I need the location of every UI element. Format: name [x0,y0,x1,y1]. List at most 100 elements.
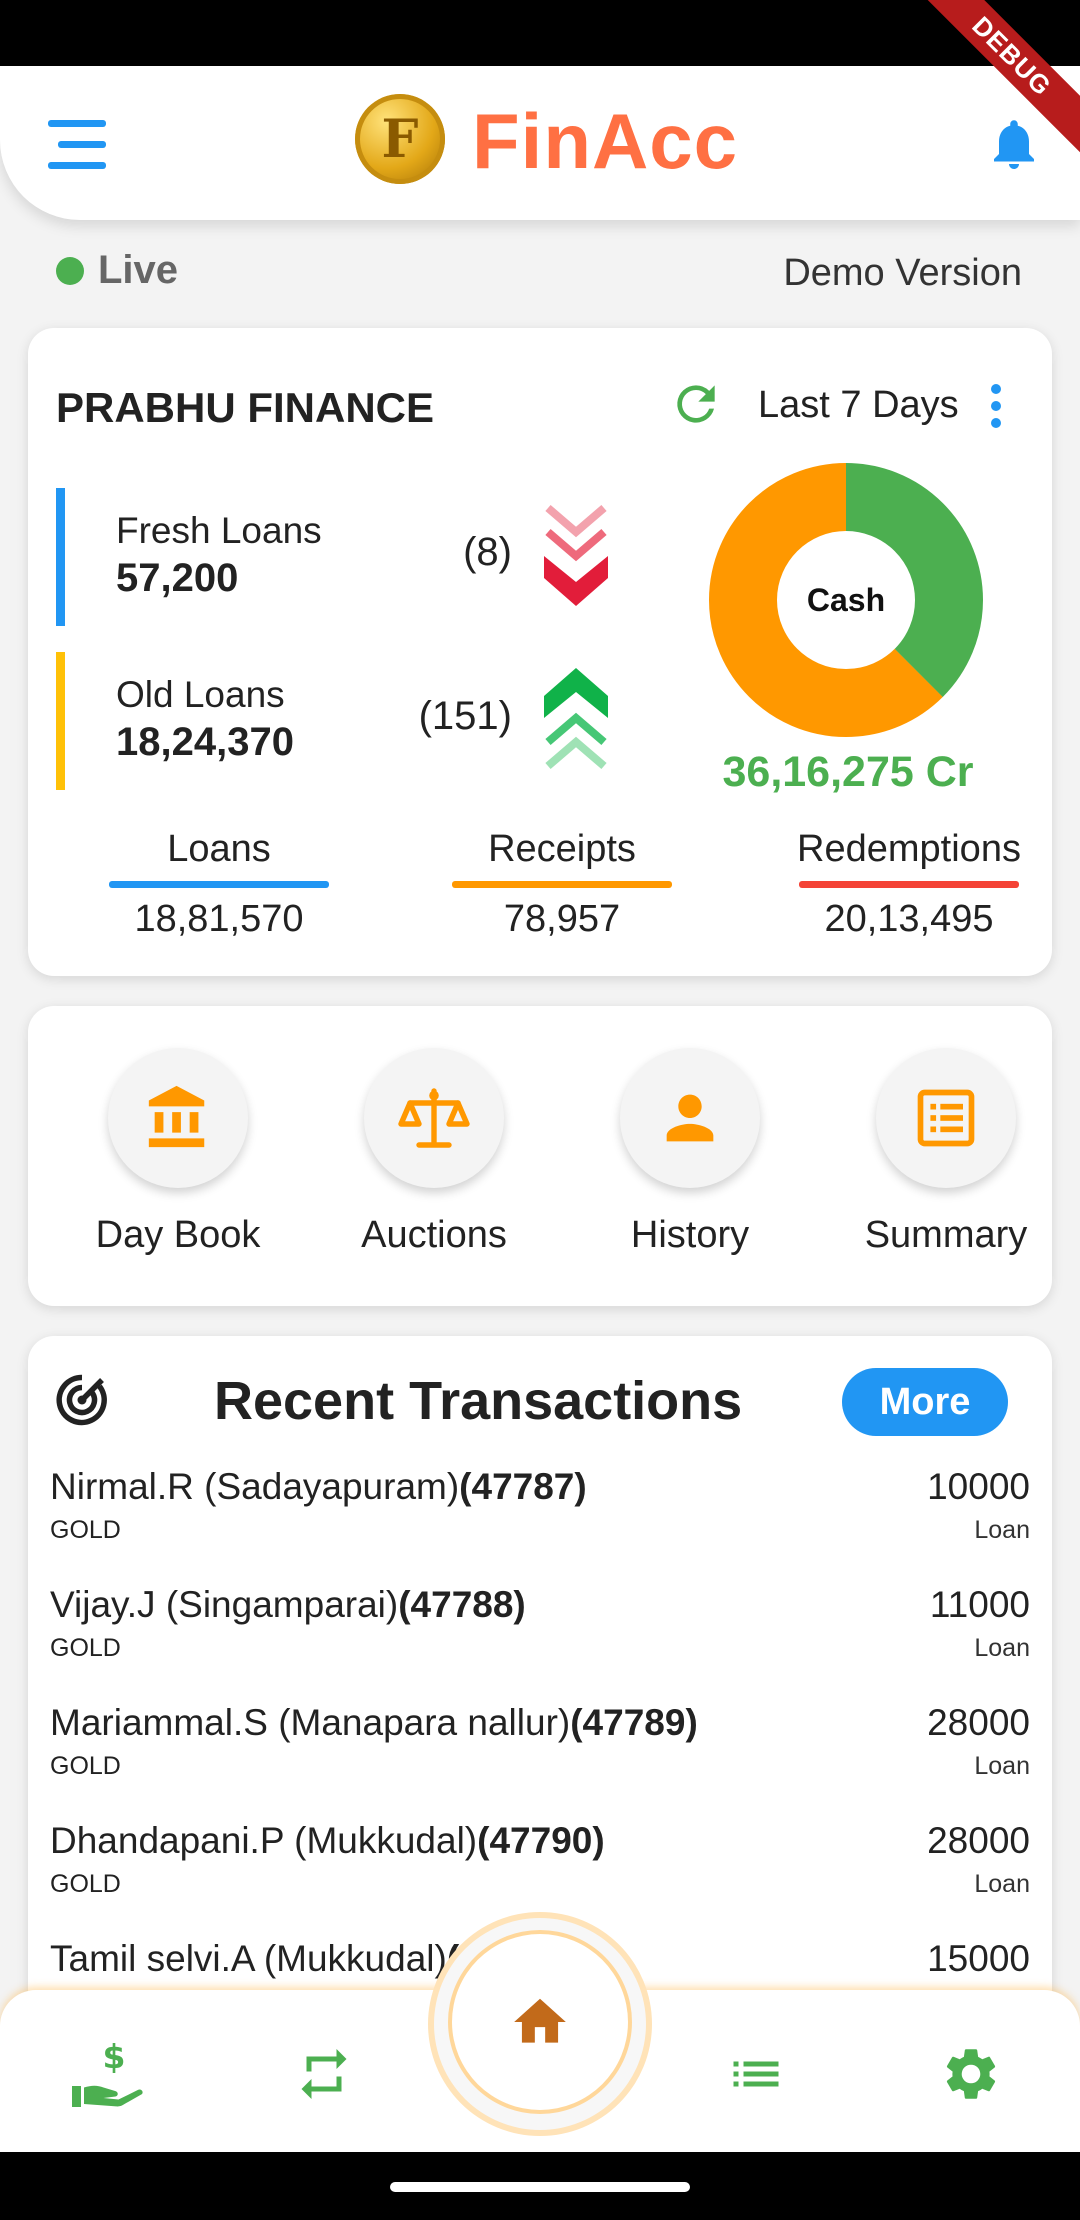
period-selector[interactable]: Last 7 Days [758,384,959,427]
stat-receipts[interactable]: Receipts 78,957 [437,828,687,941]
transaction-amount: 15000 [927,1938,1030,1979]
action-history[interactable]: History [580,1048,800,1257]
old-loans-block[interactable]: Old Loans 18,24,370 (151) [56,652,656,790]
stat-label: Loans [167,828,271,870]
live-dot [56,256,84,285]
stat-underline [799,881,1019,888]
transaction-id: (47789) [570,1702,698,1743]
transaction-customer: Dhandapani.P (Mukkudal)(47790) [50,1820,605,1862]
nav-settings[interactable] [926,2036,1016,2112]
screen: { "app": { "title": "FinAcc", "logo_lett… [0,0,1080,2220]
trend-down-icon [544,504,608,606]
transaction-amount: 10000 [927,1466,1030,1507]
app-bar: F FinAcc [0,66,1080,220]
action-summary[interactable]: Summary [836,1048,1056,1257]
customer-name: Nirmal.R (Sadayapuram) [50,1466,460,1507]
transaction-customer: Vijay.J (Singamparai)(47788) [50,1584,526,1626]
person-icon [666,1094,714,1142]
gesture-pill[interactable] [390,2182,690,2192]
old-loans-label: Old Loans [116,674,285,715]
fresh-loans-label: Fresh Loans [116,510,322,551]
stat-underline [109,881,329,888]
nav-transfers[interactable] [279,2036,369,2112]
stat-value: 18,81,570 [134,898,304,940]
fresh-loans-block[interactable]: Fresh Loans 57,200 (8) [56,488,656,626]
bell-icon[interactable] [984,114,1044,174]
action-circle [364,1048,504,1188]
transaction-row[interactable]: Vijay.J (Singamparai)(47788) GOLD 11000 … [50,1584,1030,1684]
stat-label: Redemptions [797,828,1021,870]
customer-name: Dhandapani.P (Mukkudal) [50,1820,478,1861]
customer-name: Vijay.J (Singamparai) [50,1584,399,1625]
quick-actions-card: Day Book Auctions History Summary [28,1006,1052,1306]
trend-up-icon [544,668,608,770]
transaction-id: (47790) [477,1820,605,1861]
svg-text:$: $ [103,2037,126,2076]
transaction-id: (47787) [459,1466,587,1507]
stat-label: Receipts [488,828,636,870]
transaction-row[interactable]: Mariammal.S (Manapara nallur)(47789) GOL… [50,1702,1030,1802]
action-circle [876,1048,1016,1188]
live-label: Live [98,248,179,292]
transaction-type: GOLD [50,1752,121,1780]
nav-loan-payment[interactable]: $ [66,2036,156,2112]
refresh-icon[interactable] [668,376,724,432]
more-vert-icon[interactable] [988,384,1004,428]
stat-underline [452,881,672,888]
more-button[interactable]: More [842,1368,1008,1436]
customer-name: Tamil selvi.A (Mukkudal) [50,1938,447,1979]
app-logo: F [355,94,445,184]
track-changes-icon [56,1374,107,1426]
home-icon [514,1998,566,2043]
live-indicator: Live [56,248,178,293]
fresh-loans-count: (8) [463,530,512,574]
action-label: Summary [864,1214,1028,1256]
list-icon [733,2061,779,2087]
section-title: Recent Transactions [214,1371,743,1431]
old-loans-count: (151) [418,694,512,738]
money-hand-icon: $ [72,2037,143,2107]
gear-icon [946,2049,996,2099]
transaction-customer: Mariammal.S (Manapara nallur)(47789) [50,1702,698,1744]
company-name: PRABHU FINANCE [56,384,434,431]
status-bar [0,0,1080,66]
transaction-amount: 11000 [929,1584,1030,1625]
system-navigation-bar [0,2152,1080,2220]
transaction-row[interactable]: Dhandapani.P (Mukkudal)(47790) GOLD 2800… [50,1820,1030,1920]
transaction-row[interactable]: Nirmal.R (Sadayapuram)(47787) GOLD 10000… [50,1466,1030,1566]
cash-total: 36,16,275 Cr [722,748,974,796]
donut-center-label: Cash [806,581,886,618]
summary-card: PRABHU FINANCE Last 7 Days Fresh Loans 5… [28,328,1052,976]
action-label: History [630,1214,750,1256]
bank-icon [148,1085,205,1148]
stat-redemptions[interactable]: Redemptions 20,13,495 [784,828,1034,941]
transaction-kind: Loan [974,1634,1030,1662]
scale-icon [398,1088,470,1148]
version-label: Demo Version [783,252,1022,294]
list-icon [917,1089,975,1147]
cash-donut-chart[interactable]: Cash [706,460,986,740]
action-label: Auctions [361,1214,507,1256]
menu-icon[interactable] [48,120,108,170]
stat-loans[interactable]: Loans 18,81,570 [94,828,344,941]
action-auctions[interactable]: Auctions [324,1048,544,1257]
transaction-kind: Loan [974,1516,1030,1544]
repeat-icon [301,2049,347,2099]
action-circle [620,1048,760,1188]
transaction-customer: Nirmal.R (Sadayapuram)(47787) [50,1466,587,1508]
transaction-amount: 28000 [927,1820,1030,1861]
transaction-kind: Loan [974,1870,1030,1898]
transaction-type: GOLD [50,1516,121,1544]
transaction-amount: 28000 [927,1702,1030,1743]
transaction-type: GOLD [50,1634,121,1662]
action-day-book[interactable]: Day Book [68,1048,288,1257]
transaction-kind: Loan [974,1752,1030,1780]
home-button[interactable] [452,1934,628,2110]
old-loans-value: 18,24,370 [116,720,294,764]
app-title: FinAcc [472,97,739,185]
action-circle [108,1048,248,1188]
transaction-id: (47788) [398,1584,526,1625]
stat-value: 20,13,495 [824,898,994,940]
nav-list[interactable] [711,2036,801,2112]
customer-name: Mariammal.S (Manapara nallur) [50,1702,571,1743]
